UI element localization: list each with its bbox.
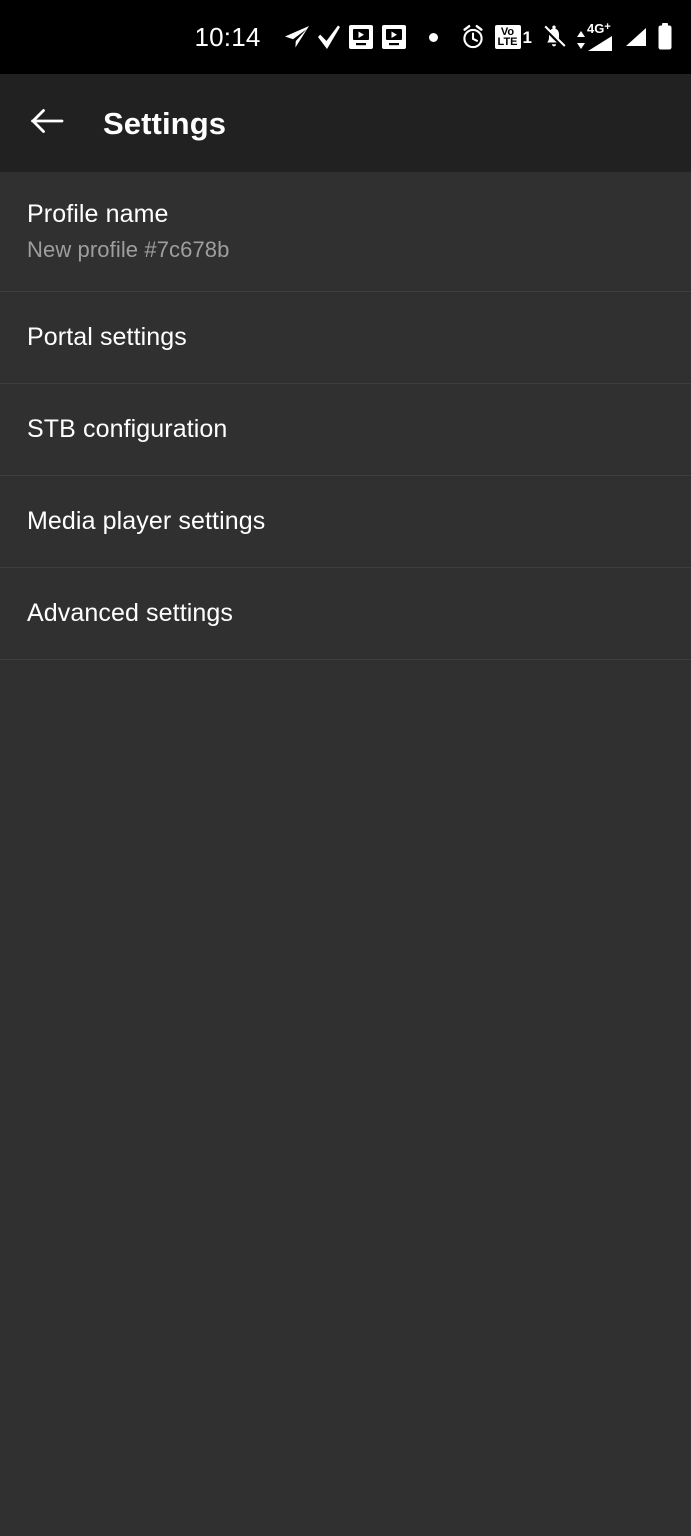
list-empty-area xyxy=(0,660,691,1460)
list-item-title: Profile name xyxy=(27,199,169,228)
alarm-clock-icon xyxy=(460,22,486,52)
telegram-send-icon xyxy=(284,22,310,52)
volte-line-2: LTE xyxy=(497,36,518,48)
checkmark-icon xyxy=(317,22,341,52)
list-item-title: Portal settings xyxy=(27,322,187,351)
volte-icon: Vo LTE 1 xyxy=(494,22,532,52)
back-button[interactable] xyxy=(19,95,75,151)
screen-cast-play-icon xyxy=(348,22,374,52)
network-type-label: 4G xyxy=(587,21,605,36)
status-notification-icons xyxy=(275,22,438,52)
settings-list: Profile name New profile #7c678b Portal … xyxy=(0,172,691,1536)
data-transfer-arrows-icon xyxy=(576,31,586,49)
status-clock: 10:14 xyxy=(194,22,261,52)
status-bar-right: Vo LTE 1 4G + xyxy=(438,22,673,52)
settings-item-portal-settings[interactable]: Portal settings xyxy=(0,292,691,384)
page-title: Settings xyxy=(103,105,227,141)
notification-dot-icon xyxy=(428,22,438,52)
network-plus-label: + xyxy=(604,21,611,33)
battery-icon xyxy=(657,22,673,52)
settings-item-advanced-settings[interactable]: Advanced settings xyxy=(0,568,691,660)
list-item-title: Advanced settings xyxy=(27,598,233,627)
volte-sim-number: 1 xyxy=(522,27,532,47)
status-bar: 10:14 Vo LTE 1 4G + xyxy=(0,0,691,74)
mobile-signal-4gplus-icon: 4G + xyxy=(576,22,613,52)
status-bar-left: 10:14 xyxy=(194,22,438,52)
list-item-title: Media player settings xyxy=(27,506,266,535)
list-item-title: STB configuration xyxy=(27,414,228,443)
settings-item-media-player-settings[interactable]: Media player settings xyxy=(0,476,691,568)
arrow-left-icon xyxy=(30,106,64,141)
phone-screen: 10:14 Vo LTE 1 4G + Settings Profile nam… xyxy=(0,0,691,1536)
list-item-subtitle: New profile #7c678b xyxy=(27,237,230,263)
app-bar: Settings xyxy=(0,74,691,172)
screen-cast-play-icon-2 xyxy=(381,22,407,52)
settings-item-profile-name[interactable]: Profile name New profile #7c678b xyxy=(0,172,691,292)
settings-item-stb-configuration[interactable]: STB configuration xyxy=(0,384,691,476)
mobile-signal-icon xyxy=(622,22,648,52)
notifications-muted-icon xyxy=(541,22,567,52)
